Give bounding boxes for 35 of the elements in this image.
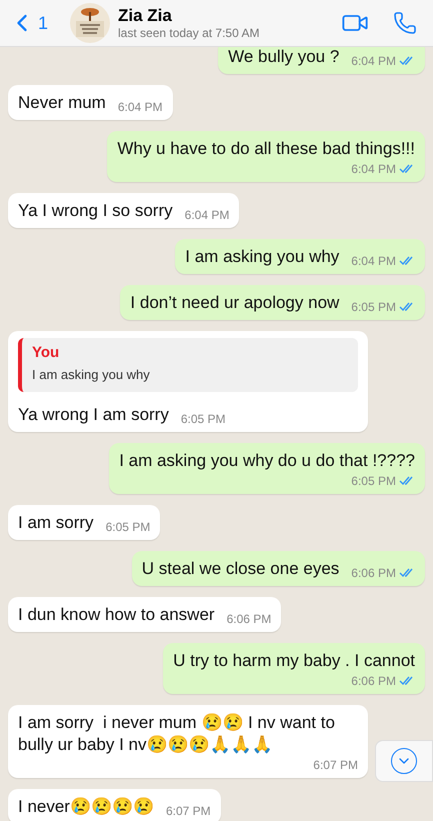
quote-text: I am asking you why bbox=[32, 367, 151, 382]
message-text: I am asking you why bbox=[185, 246, 340, 268]
message-text: I dun know how to answer bbox=[18, 604, 215, 626]
message-time: 6:06 PM bbox=[226, 612, 272, 626]
message-text: Why u have to do all these bad things!!! bbox=[117, 138, 415, 160]
message-text: I am sorry i never mum 😢😢 I nv want to bully ur baby I nv😢😢😢🙏🙏🙏 bbox=[18, 712, 336, 756]
message-text: U try to harm my baby . I cannot bbox=[173, 650, 415, 672]
message-text: I never😢😢😢😢 bbox=[18, 796, 154, 818]
message-time: 6:06 PM bbox=[351, 566, 396, 580]
message-time: 6:05 PM bbox=[106, 520, 150, 534]
last-seen-status: last seen today at 7:50 AM bbox=[118, 26, 260, 40]
contact-name: Zia Zia bbox=[118, 6, 173, 26]
message-time: 6:04 PM bbox=[351, 54, 396, 68]
message-text: Never mum bbox=[18, 92, 106, 114]
message-time: 6:04 PM bbox=[351, 254, 396, 268]
message-text: We bully you ? bbox=[228, 46, 340, 68]
message-time: 6:04 PM bbox=[351, 162, 396, 176]
quote-author: You bbox=[32, 344, 60, 361]
quoted-message[interactable]: You I am asking you why bbox=[18, 338, 358, 392]
message-text: I am sorry bbox=[18, 512, 94, 534]
message-time: 6:07 PM bbox=[166, 804, 211, 818]
message-text: U steal we close one eyes bbox=[142, 558, 340, 580]
message-text: Ya wrong I am sorry bbox=[18, 404, 169, 426]
scroll-down-button[interactable] bbox=[375, 740, 433, 782]
message-text: I am asking you why do u do that !???? bbox=[119, 450, 415, 472]
message-time: 6:04 PM bbox=[184, 208, 230, 222]
message-time: 6:06 PM bbox=[351, 674, 396, 688]
message-time: 6:07 PM bbox=[313, 758, 358, 772]
message-time: 6:05 PM bbox=[180, 412, 226, 426]
back-button[interactable]: 1 bbox=[8, 9, 48, 37]
message-time: 6:05 PM bbox=[351, 300, 396, 314]
message-text: Ya I wrong I so sorry bbox=[18, 200, 173, 222]
message-time: 6:05 PM bbox=[351, 474, 396, 488]
message-time: 6:04 PM bbox=[118, 100, 163, 114]
message-text: I don’t need ur apology now bbox=[130, 292, 340, 314]
